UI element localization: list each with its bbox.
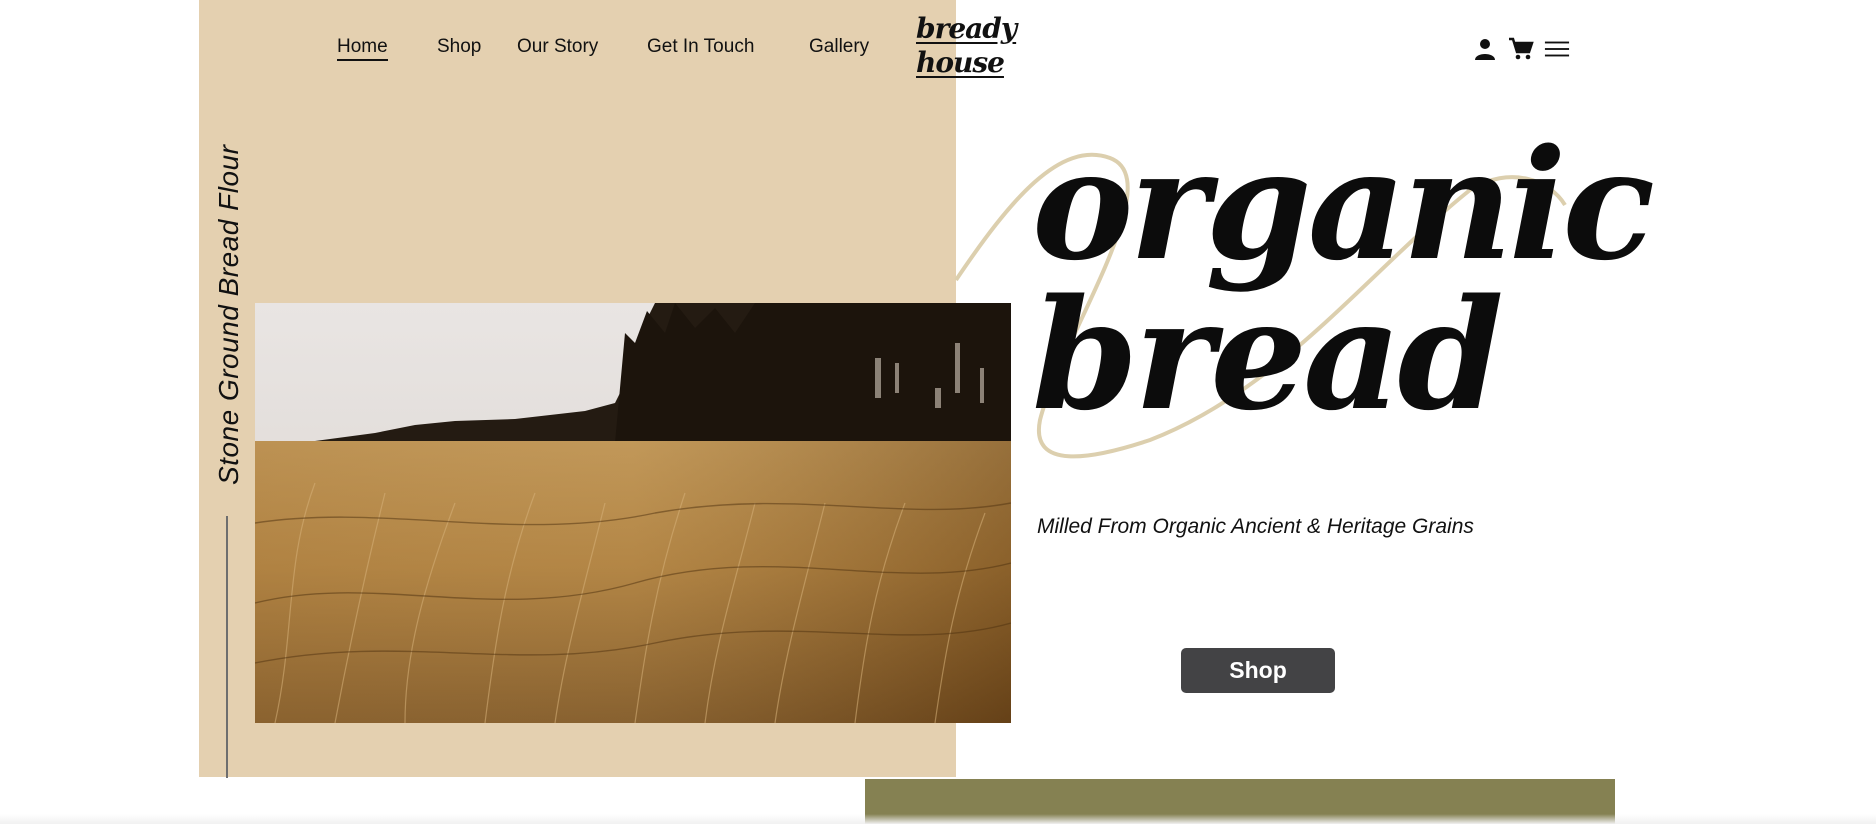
shop-button[interactable]: Shop [1181,648,1335,693]
nav-gallery[interactable]: Gallery [809,36,869,58]
header-icons [1472,36,1570,62]
wheat-field-photo [255,303,1011,723]
cart-icon[interactable] [1508,36,1534,62]
nav-home[interactable]: Home [337,36,388,61]
nav-get-in-touch[interactable]: Get In Touch [647,36,754,58]
menu-icon[interactable] [1544,36,1570,62]
user-icon[interactable] [1472,36,1498,62]
nav-our-story[interactable]: Our Story [517,36,598,58]
hero-subtitle: Milled From Organic Ancient & Heritage G… [1037,515,1474,538]
bottom-shade [0,814,1876,824]
hero-title: organic bread [1032,115,1655,444]
side-vertical-line [226,516,228,778]
logo-line-2: house [916,46,1005,79]
logo-line-1: bready [916,12,1017,45]
side-vertical-text: Stone Ground Bread Flour [213,144,244,485]
hero-title-line-1: organic [1032,115,1655,294]
hero-title-line-2: bread [1032,265,1504,444]
nav-shop[interactable]: Shop [437,36,481,58]
brand-logo[interactable]: bready house [916,12,1017,80]
